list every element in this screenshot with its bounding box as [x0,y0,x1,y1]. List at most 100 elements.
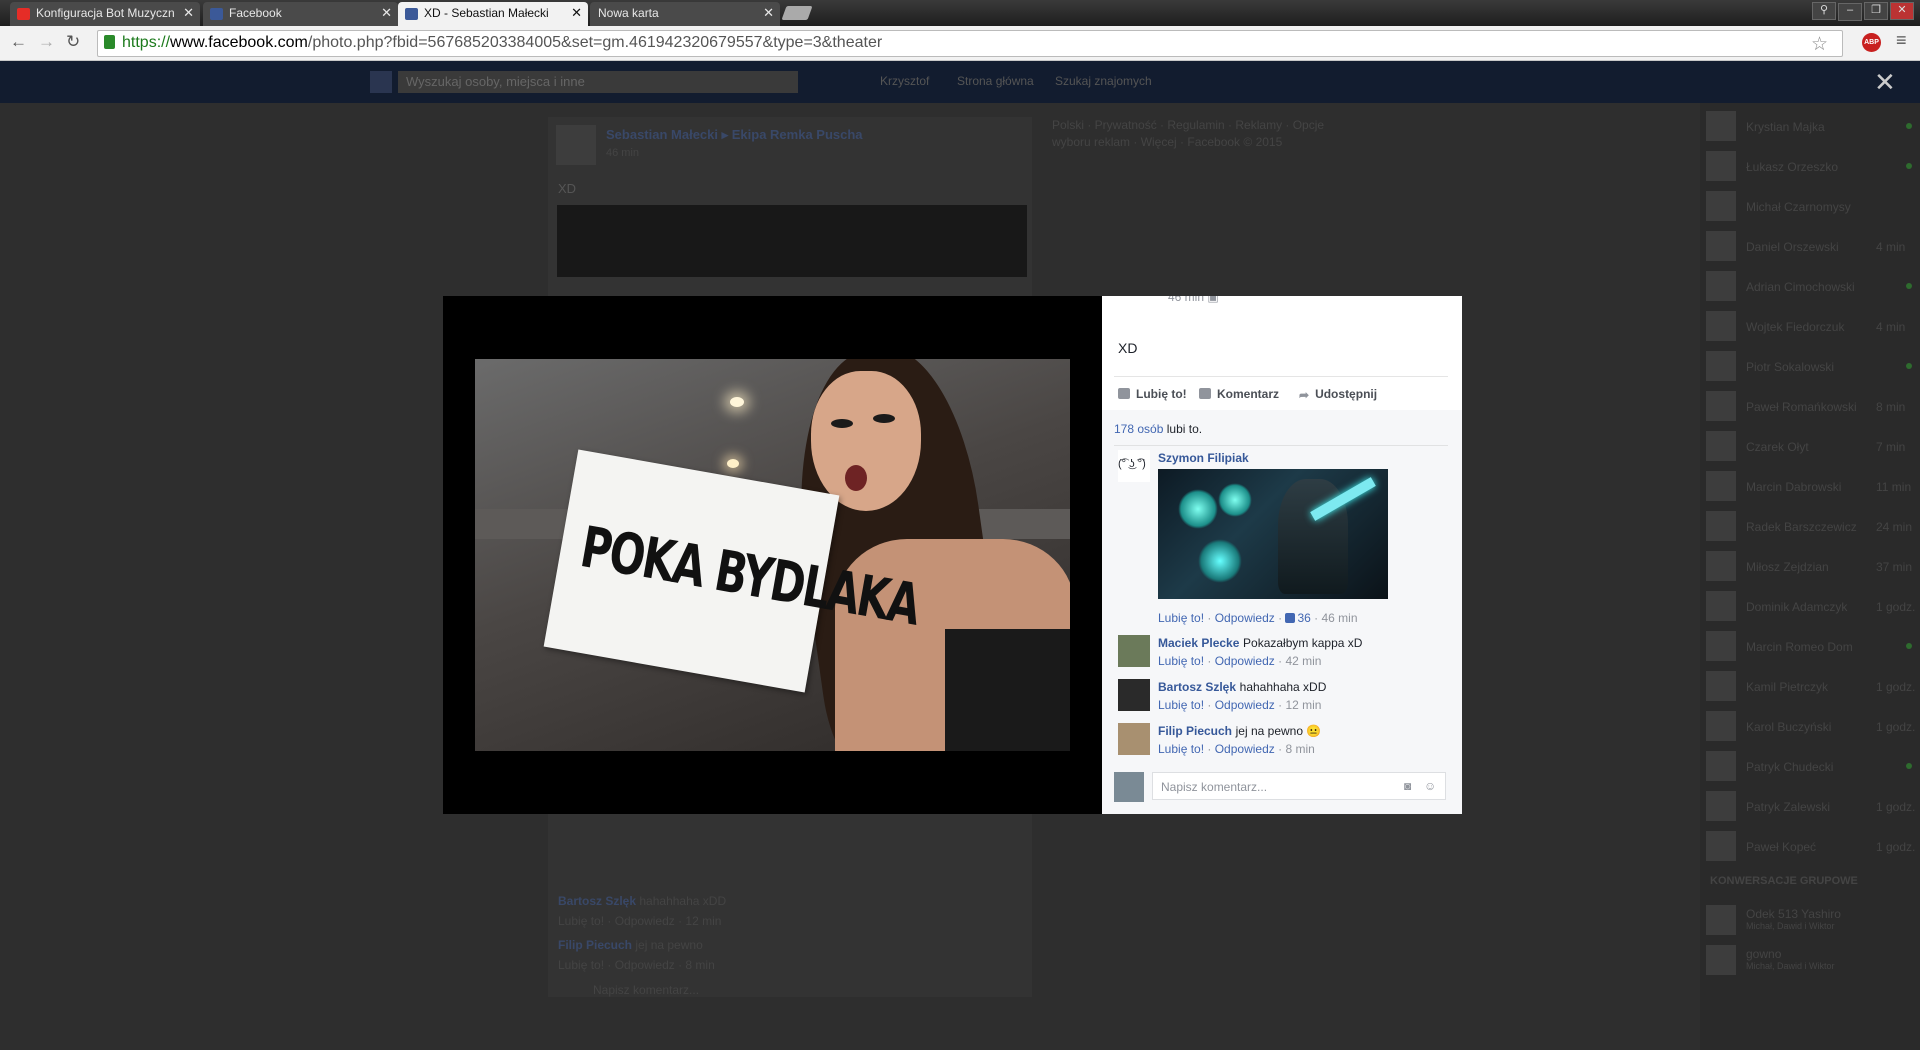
menu-icon[interactable]: ≡ [1896,30,1907,51]
comment-image[interactable] [1158,469,1388,599]
comment-author[interactable]: Maciek Plecke [1158,636,1239,650]
bg-write-comment: Napisz komentarz... [593,983,700,997]
avatar [1706,231,1736,261]
reaction-count[interactable]: 36 [1297,611,1310,625]
url-path: /photo.php?fbid=567685203384005&set=gm.4… [307,34,883,51]
adblock-icon[interactable]: ABP [1862,33,1881,52]
contact-item[interactable]: Paweł Romańkowski 8 min [1706,391,1914,423]
back-icon[interactable]: ← [10,32,27,52]
comment-label: Komentarz [1217,387,1280,401]
fb-search-input[interactable]: Wyszukaj osoby, miejsca i inne [398,71,798,93]
avatar[interactable] [1118,723,1150,755]
contact-item[interactable]: Radek Barszczewicz 24 min [1706,511,1914,543]
post-photo[interactable]: POKA BYDLAKA [475,359,1070,751]
tab-konfiguracja[interactable]: Konfiguracja Bot Muzyczn ✕ [10,2,200,26]
contact-item[interactable]: Piotr Sokalowski [1706,351,1914,383]
contact-item[interactable]: Dominik Adamczyk 1 godz. [1706,591,1916,623]
url-text: https://www.facebook.com/photo.php?fbid=… [122,34,882,52]
close-tab-icon[interactable]: ✕ [763,5,774,21]
contact-item[interactable]: Marcin Romeo Dom [1706,631,1914,663]
fb-home-link[interactable]: Strona główna [957,74,1034,88]
contact-item[interactable]: Wojtek Fiedorczuk 4 min [1706,311,1914,343]
contact-item[interactable]: Daniel Orszewski 4 min [1706,231,1914,263]
avatar [1706,471,1736,501]
tab-xd-sebastian[interactable]: XD - Sebastian Małecki ✕ [398,2,588,26]
lock-icon [104,35,115,49]
fb-profile-link[interactable]: Krzysztof [880,74,929,88]
contact-item[interactable]: Miłosz Zejdzian 37 min [1706,551,1914,583]
online-dot-icon [1906,163,1912,169]
tab-new[interactable]: Nowa karta ✕ [590,2,780,26]
avatar[interactable] [1118,635,1150,667]
camera-icon[interactable]: ◙ [1404,779,1411,793]
contact-item[interactable]: Kamil Pietrczyk 1 godz. [1706,671,1915,703]
avatar[interactable] [1118,679,1150,711]
comment-author[interactable]: Szymon Filipiak [1158,451,1249,465]
photo-top [945,629,1070,751]
forward-icon[interactable]: → [38,32,55,52]
contact-item[interactable]: Czarek Ołyt 7 min [1706,431,1914,463]
reload-icon[interactable]: ↻ [66,32,80,52]
bookmark-star-icon[interactable]: ☆ [1811,33,1828,56]
comment-time: 42 min [1285,654,1322,668]
comment-input[interactable]: Napisz komentarz... [1152,772,1446,800]
avatar [1706,391,1736,421]
avatar[interactable]: (͡° ͜ʖ ͡°) [1118,450,1150,482]
contact-item[interactable]: Marcin Dabrowski 11 min [1706,471,1914,503]
youtube-icon [17,8,30,20]
likes-count-link[interactable]: 178 osób [1114,422,1163,436]
contact-name: Patryk Chudecki [1746,760,1834,774]
group-members: Michał, Dawid i Wiktor [1746,921,1835,931]
comment-like-link[interactable]: Lubię to! [1158,654,1204,668]
avatar [1706,905,1736,935]
like-button[interactable]: Lubię to! [1118,387,1187,401]
fb-find-friends-link[interactable]: Szukaj znajomych [1055,74,1152,88]
close-tab-icon[interactable]: ✕ [183,5,194,21]
share-button[interactable]: ➦ Udostępnij [1299,387,1377,402]
contact-status: 1 godz. [1876,600,1916,614]
close-tab-icon[interactable]: ✕ [381,5,392,21]
emoji-icon[interactable]: ☺ [1424,779,1436,793]
avatar [1706,945,1736,975]
browser-toolbar: ← → ↻ https://www.facebook.com/photo.php… [0,26,1920,61]
contact-item[interactable]: Patryk Chudecki [1706,751,1914,783]
tab-facebook[interactable]: Facebook ✕ [203,2,398,26]
group-item[interactable]: Odek 513 Yashiro Michał, Dawid i Wiktor [1706,905,1914,937]
contact-name: Paweł Kopeć [1746,840,1817,854]
comment-reply-link[interactable]: Odpowiedz [1215,742,1275,756]
comment-like-link[interactable]: Lubię to! [1158,611,1204,625]
contact-item[interactable]: Patryk Zalewski 1 godz. [1706,791,1915,823]
contact-name: Kamil Pietrczyk [1746,680,1829,694]
user-icon[interactable]: ⚲ [1812,2,1836,20]
group-item[interactable]: gowno Michał, Dawid i Wiktor [1706,945,1914,977]
contact-item[interactable]: Łukasz Orzeszko [1706,151,1914,183]
contact-item[interactable]: Karol Buczyński 1 godz. [1706,711,1915,743]
comment-reply-link[interactable]: Odpowiedz [1215,698,1275,712]
close-window-button[interactable]: ✕ [1890,2,1914,20]
comment-button[interactable]: Komentarz [1199,387,1279,401]
comment-author[interactable]: Bartosz Szlęk [1158,680,1236,694]
comment-like-link[interactable]: Lubię to! [1158,742,1204,756]
avatar [1706,151,1736,181]
close-theater-icon[interactable]: ✕ [1874,67,1896,98]
comment-reply-link[interactable]: Odpowiedz [1215,611,1275,625]
contact-name: Michał Czarnomysy [1746,200,1851,214]
facebook-logo-icon[interactable] [370,71,392,93]
comment-author[interactable]: Filip Piecuch [1158,724,1232,738]
close-tab-icon[interactable]: ✕ [571,5,582,21]
glow-orb [1178,489,1218,529]
contact-status: 37 min [1876,560,1913,574]
contact-status: 1 godz. [1876,840,1916,854]
address-bar[interactable]: https://www.facebook.com/photo.php?fbid=… [97,30,1843,57]
contact-item[interactable]: Michał Czarnomysy [1706,191,1914,223]
contact-item[interactable]: Adrian Cimochowski [1706,271,1914,303]
contact-item[interactable]: Paweł Kopeć 1 godz. [1706,831,1916,863]
contact-item[interactable]: Krystian Majka [1706,111,1914,143]
comment-reply-link[interactable]: Odpowiedz [1215,654,1275,668]
avatar [1706,671,1736,701]
minimize-button[interactable]: – [1838,3,1862,21]
comment-like-link[interactable]: Lubię to! [1158,698,1204,712]
restore-button[interactable]: ❐ [1864,2,1888,20]
new-tab-button[interactable] [781,6,813,20]
avatar [1706,751,1736,781]
